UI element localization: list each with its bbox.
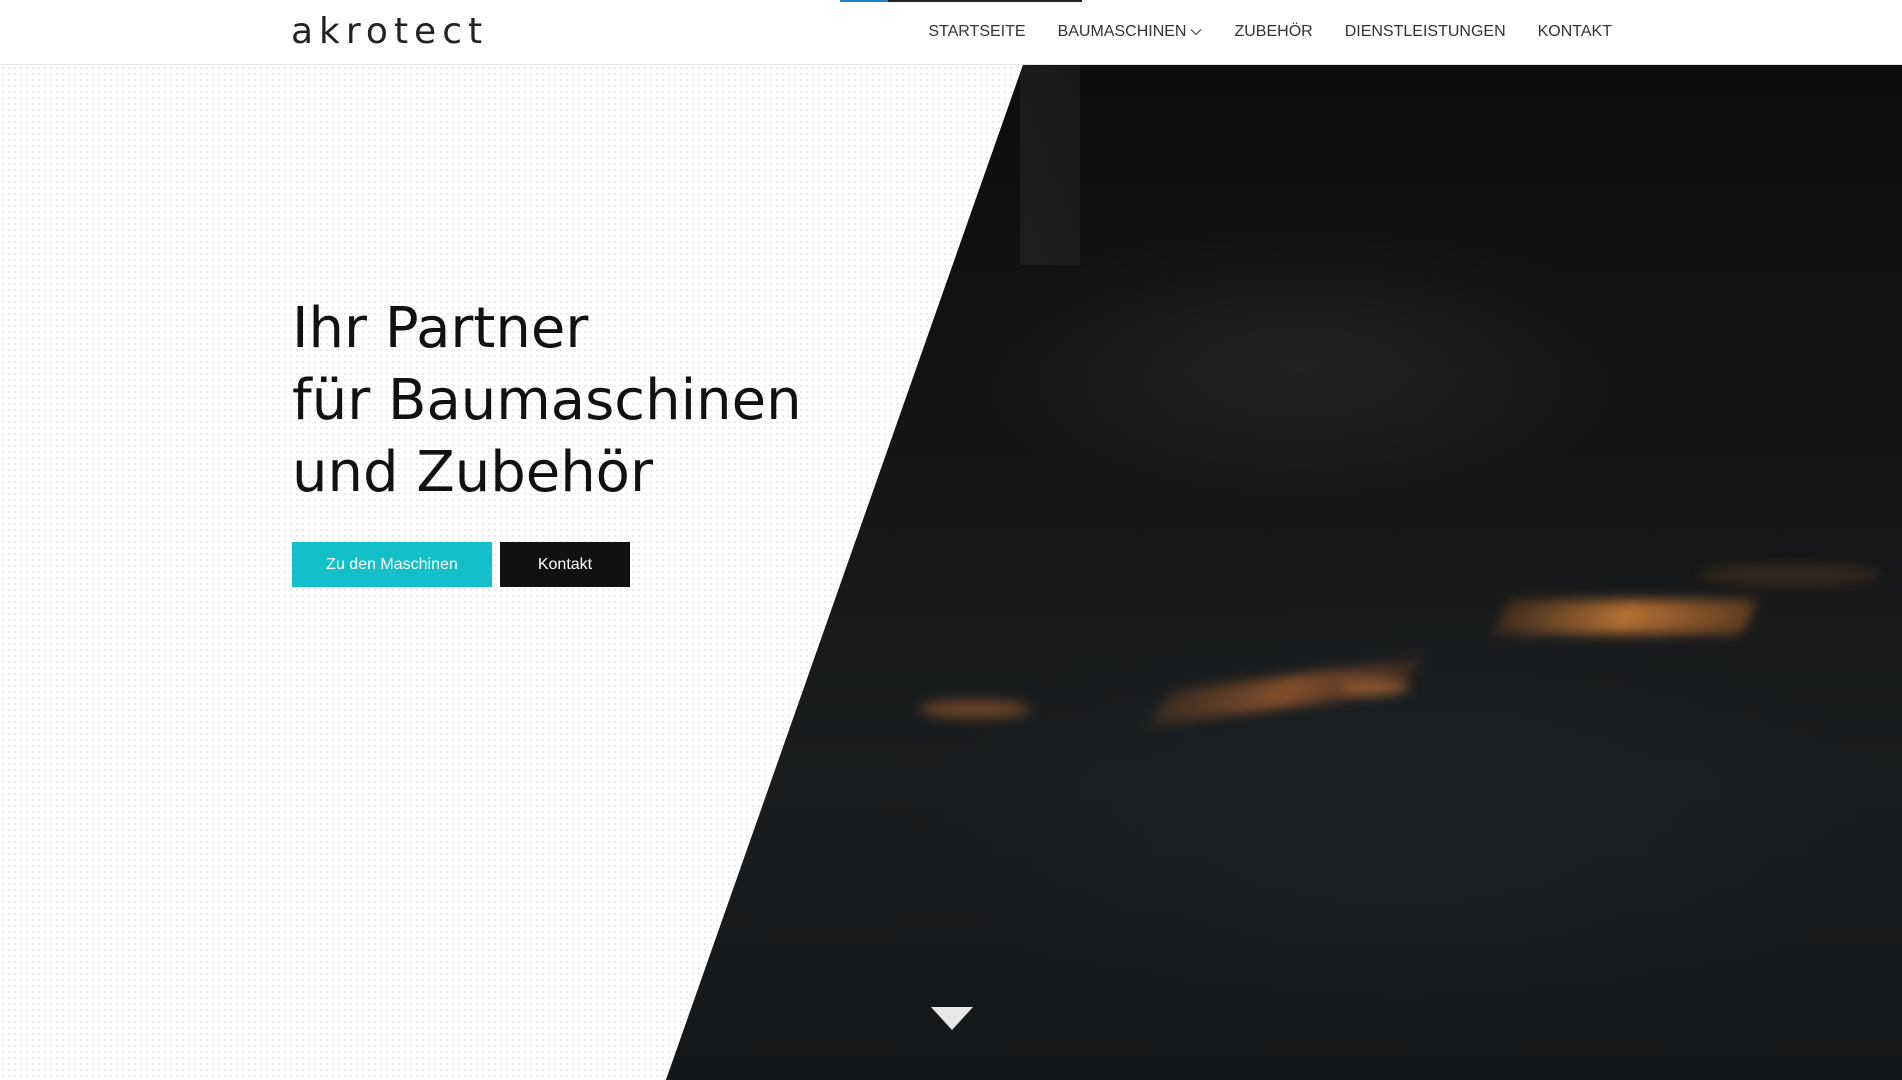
video-light [1340, 680, 1410, 694]
contact-button[interactable]: Kontakt [500, 542, 630, 587]
main-nav: STARTSEITE BAUMASCHINEN ZUBEHÖR DIENSTLE… [928, 0, 1612, 64]
chevron-down-triangle-icon[interactable] [930, 1006, 974, 1032]
nav-item-label: BAUMASCHINEN [1057, 23, 1187, 40]
machines-button[interactable]: Zu den Maschinen [292, 542, 492, 587]
nav-item-startseite[interactable]: STARTSEITE [928, 23, 1025, 41]
video-light [1493, 600, 1757, 634]
chevron-down-icon [1191, 29, 1202, 36]
nav-item-zubehoer[interactable]: ZUBEHÖR [1234, 23, 1312, 41]
nav-item-kontakt[interactable]: KONTAKT [1538, 23, 1612, 41]
nav-item-baumaschinen[interactable]: BAUMASCHINEN [1058, 23, 1203, 41]
logo[interactable]: akrotect [291, 10, 488, 54]
nav-item-label: ZUBEHÖR [1234, 23, 1313, 40]
nav-item-label: STARTSEITE [928, 23, 1026, 40]
video-light [1700, 565, 1880, 585]
nav-item-label: DIENSTLEISTUNGEN [1344, 23, 1506, 40]
video-light [920, 700, 1030, 718]
hero-title-line: Ihr Partner [292, 296, 589, 361]
hero-title-line: für Baumaschinen [292, 368, 802, 433]
site-header: akrotect STARTSEITE BAUMASCHINEN ZUBEHÖR… [0, 0, 1902, 65]
video-structure [1020, 65, 1080, 265]
hero-title-line: und Zubehör [292, 440, 653, 505]
nav-item-dienstleistungen[interactable]: DIENSTLEISTUNGEN [1345, 23, 1506, 41]
hero-title: Ihr Partner für Baumaschinen und Zubehör [292, 293, 802, 509]
page: akrotect STARTSEITE BAUMASCHINEN ZUBEHÖR… [0, 0, 1902, 1080]
nav-item-label: KONTAKT [1537, 23, 1612, 40]
nav-active-indicator-accent [840, 0, 888, 2]
